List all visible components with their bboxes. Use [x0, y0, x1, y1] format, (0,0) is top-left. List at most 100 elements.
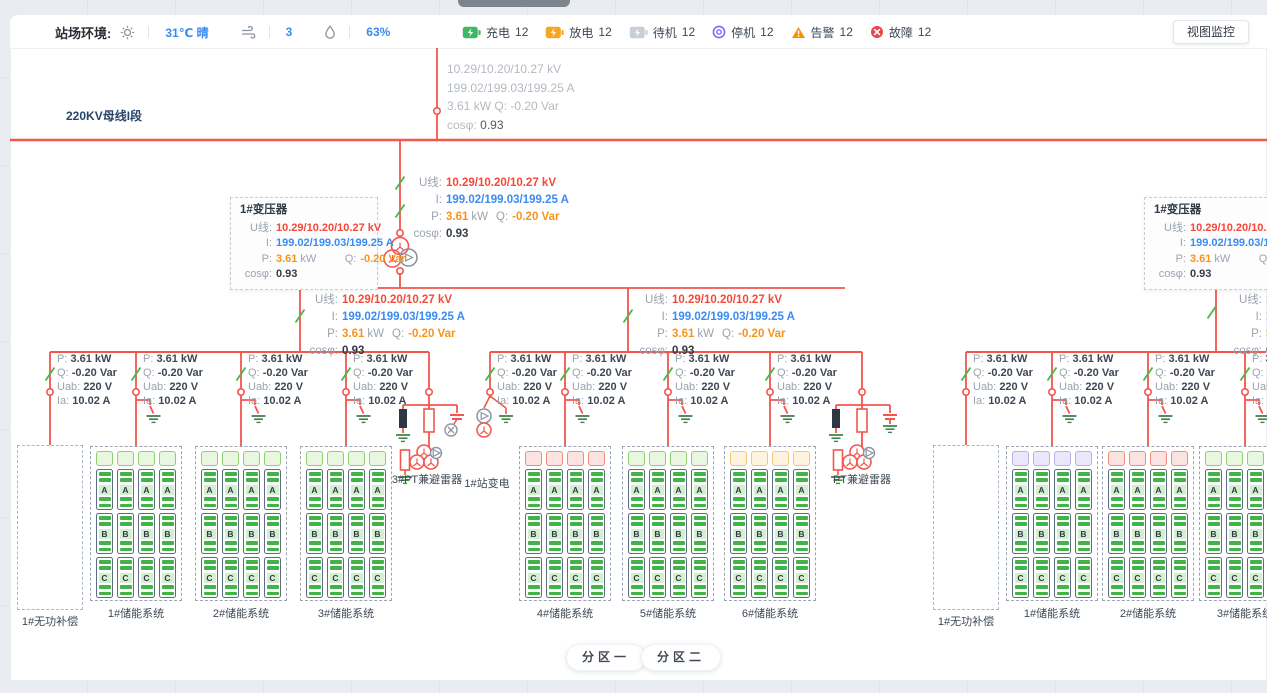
pcs-status-square	[751, 451, 768, 466]
battery-cell: C	[1226, 557, 1243, 598]
pt-arrester-mid-label: PT兼避雷器	[812, 471, 912, 487]
pcs-status-square	[1108, 451, 1125, 466]
pcs-status-square	[1054, 451, 1071, 466]
battery-cell: A	[772, 469, 789, 510]
feeder-label: P: 3.61 kW Q: -0.20 Var Uab: 220 V Ia: 1…	[675, 352, 735, 408]
feeder-label: P: 3.61 kW Q: -0.20 Var Uab: 220 V Ia: 1…	[973, 352, 1033, 408]
battery-cell: C	[306, 557, 323, 598]
battery-cell: A	[1129, 469, 1146, 510]
battery-cell: C	[138, 557, 155, 598]
battery-cell: C	[1033, 557, 1050, 598]
battery-cell: A	[159, 469, 176, 510]
battery-cell: A	[117, 469, 134, 510]
storage-system-group[interactable]: AAAABBBBCCCC1#储能系统	[1006, 446, 1098, 621]
transformer-title: 1#变压器	[1154, 203, 1267, 219]
pcs-status-square	[138, 451, 155, 466]
zone-one-button[interactable]: 分区一	[566, 644, 646, 671]
storage-system-group[interactable]: AAAABBBBCCCC2#储能系统	[195, 446, 287, 621]
battery-cell: B	[96, 513, 113, 554]
compensation-box[interactable]	[17, 445, 83, 610]
storage-system-group[interactable]: AAAABBBBCCCC1#储能系统	[90, 446, 182, 621]
storage-system-group[interactable]: AAAABBBBCCCC3#储能系统	[1199, 446, 1267, 621]
battery-cell: A	[96, 469, 113, 510]
storage-system-label: 4#储能系统	[519, 605, 611, 621]
pcs-status-square	[1226, 451, 1243, 466]
battery-cell: C	[525, 557, 542, 598]
legend-item-charge[interactable]: 充电12	[462, 24, 528, 41]
battery-cell: C	[1171, 557, 1188, 598]
pcs-status-square	[222, 451, 239, 466]
view-monitor-button[interactable]: 视图监控	[1173, 20, 1249, 44]
compensation-box[interactable]	[933, 445, 999, 610]
pcs-status-square	[117, 451, 134, 466]
battery-cell: C	[751, 557, 768, 598]
battery-cell: B	[751, 513, 768, 554]
measure-current: I:199.02/199.03/199.25 A	[406, 192, 569, 209]
battery-cell: C	[1012, 557, 1029, 598]
measurement-block: U线:10.29/10.20/10.27 kV I:199.02/199.03/…	[1226, 292, 1267, 360]
measurement-block: U线:10.29/10.20/10.27 kV I:199.02/199.03/…	[406, 175, 569, 243]
battery-cell: C	[628, 557, 645, 598]
measurement-block: U线:10.29/10.20/10.27 kV I:199.02/199.03/…	[302, 292, 465, 360]
measure-power: P:3.61kWQ:-0.20 Var	[632, 326, 795, 343]
legend-item-shutdown[interactable]: 停机12	[712, 24, 773, 41]
battery-cell: C	[159, 557, 176, 598]
battery-cell: A	[588, 469, 605, 510]
measure-voltage: U线:10.29/10.20/10.27 kV	[1154, 221, 1267, 237]
battery-cell: C	[793, 557, 810, 598]
pcs-status-square	[567, 451, 584, 466]
measure-voltage: 10.29/10.20/10.27 kV	[447, 60, 574, 79]
battery-cell: A	[1205, 469, 1222, 510]
battery-cell: A	[628, 469, 645, 510]
battery-cell: A	[222, 469, 239, 510]
feeder-label: P: 3.61 kW Q: -0.20 Var Uab: 220 V Ia: 1…	[1059, 352, 1119, 408]
measure-cos: cosφ:0.93	[406, 226, 569, 243]
legend-item-alarm[interactable]: 告警12	[791, 24, 853, 41]
battery-cell: C	[730, 557, 747, 598]
feeder-label: P: 3.61 kW Q: -0.20 Var Uab: 220 V Ia: 1…	[353, 352, 413, 408]
storage-system-label: 3#储能系统	[300, 605, 392, 621]
temperature-value: 31℃ 晴	[165, 24, 208, 41]
measure-power: P:3.61kWQ:-0.20 Var	[302, 326, 465, 343]
pcs-status-square	[730, 451, 747, 466]
storage-system-group[interactable]: AAAABBBBCCCC2#储能系统	[1102, 446, 1194, 621]
wind-icon	[241, 26, 256, 39]
measure-current: I:199.02/199.03/199.25 A	[1226, 309, 1267, 326]
env-label: 站场环境:	[55, 23, 111, 42]
legend-label: 停机	[731, 24, 755, 41]
legend-item-fault[interactable]: 故障12	[870, 24, 931, 41]
battery-cell: A	[1108, 469, 1125, 510]
storage-system-group[interactable]: AAAABBBBCCCC4#储能系统	[519, 446, 611, 621]
battery-cell: B	[649, 513, 666, 554]
battery-cell: B	[1033, 513, 1050, 554]
legend-item-discharge[interactable]: 放电12	[545, 24, 611, 41]
measure-power: P:3.61kWQ:-0.20 Var	[240, 252, 368, 268]
storage-system-label: 2#储能系统	[1102, 605, 1194, 621]
battery-cell: C	[222, 557, 239, 598]
storage-system-group[interactable]: AAAABBBBCCCC6#储能系统	[724, 446, 816, 621]
transformer-info-box: 1#变压器 U线:10.29/10.20/10.27 kV I:199.02/1…	[1144, 197, 1267, 290]
fault-icon	[870, 25, 884, 39]
battery-cell: B	[730, 513, 747, 554]
storage-box: AAAABBBBCCCC	[1199, 446, 1267, 601]
storage-system-group[interactable]: AAAABBBBCCCC5#储能系统	[622, 446, 714, 621]
pcs-status-square	[264, 451, 281, 466]
shutdown-icon	[712, 25, 726, 39]
battery-cell: C	[1075, 557, 1092, 598]
battery-cell: C	[1108, 557, 1125, 598]
pcs-status-square	[1171, 451, 1188, 466]
battery-cell: B	[222, 513, 239, 554]
feeder-label: P: 3.61 kW Q: -0.20 Var Uab: 220 V Ia: 1…	[1155, 352, 1215, 408]
battery-cell: A	[1247, 469, 1264, 510]
measure-voltage: U线:10.29/10.20/10.27 kV	[1226, 292, 1267, 309]
station-environment: 站场环境: 31℃ 晴 3 63%	[55, 15, 390, 49]
measure-power: P:3.61kWQ:-0.20 Var	[406, 209, 569, 226]
battery-cell: B	[138, 513, 155, 554]
legend-label: 待机	[653, 24, 677, 41]
zone-two-button[interactable]: 分区二	[641, 644, 721, 671]
feeder-label: P: 3.61 kW Q: -0.20 Var Uab: 220 V Ia: 1…	[1252, 352, 1267, 408]
battery-cell: B	[793, 513, 810, 554]
measure-voltage: U线:10.29/10.20/10.27 kV	[632, 292, 795, 309]
legend-item-standby[interactable]: 待机12	[629, 24, 695, 41]
battery-cell: C	[117, 557, 134, 598]
